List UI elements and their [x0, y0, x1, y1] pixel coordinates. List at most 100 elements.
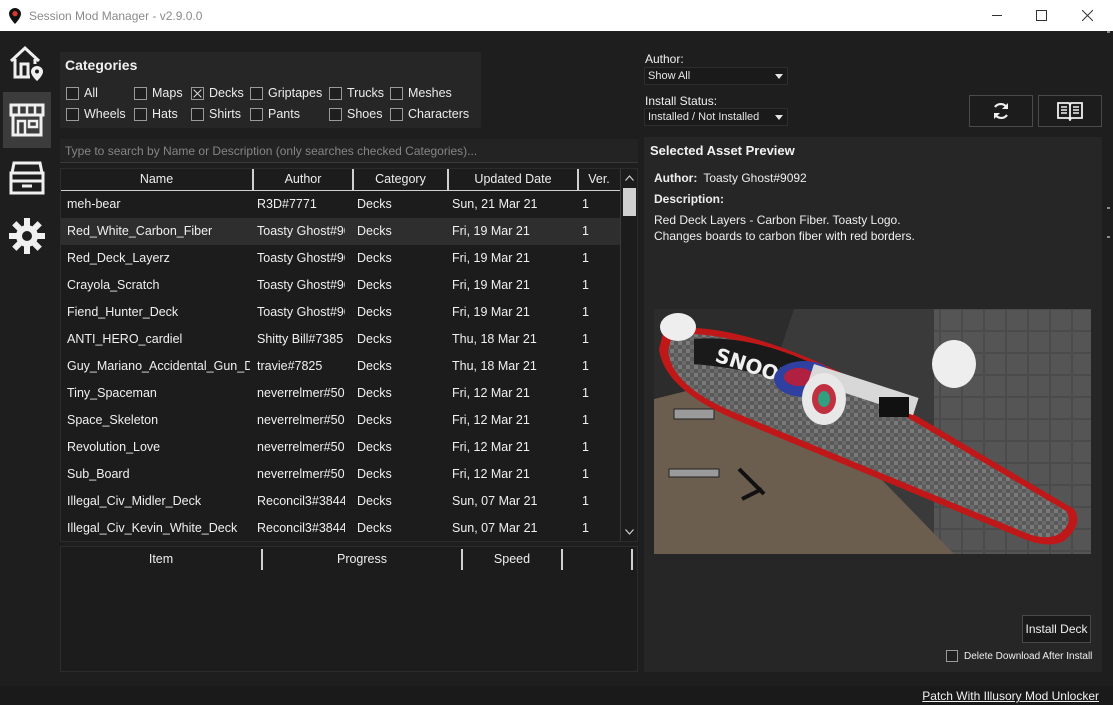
nav-home[interactable]	[3, 35, 51, 91]
book-icon	[1057, 102, 1083, 121]
column-header-progress[interactable]: Progress	[261, 549, 461, 570]
table-row[interactable]: Guy_Mariano_Accidental_Gun_Deck travie#78…	[61, 353, 621, 380]
column-header-category[interactable]: Category	[354, 169, 449, 190]
table-row[interactable]: Red_Deck_Layerz Toasty Ghost#9092 Decks Fri…	[61, 245, 621, 272]
patch-unlocker-link[interactable]: Patch With Illusory Mod Unlocker	[922, 689, 1099, 703]
category-checkbox-meshes[interactable]: Meshes	[390, 86, 452, 100]
minimize-button[interactable]	[974, 0, 1020, 31]
search-field[interactable]	[60, 139, 638, 163]
maximize-button[interactable]	[1018, 0, 1064, 31]
checkbox-box[interactable]	[329, 86, 342, 100]
nav-settings[interactable]	[3, 208, 51, 264]
table-row[interactable]: Revolution_Love neverrelmer#5005 Decks Fri,…	[61, 434, 621, 461]
category-label: Trucks	[347, 86, 385, 100]
preview-title: Selected Asset Preview	[650, 143, 795, 158]
category-checkbox-hats[interactable]: Hats	[134, 107, 178, 121]
categories-title: Categories	[65, 57, 138, 73]
chevron-down-icon	[775, 74, 783, 79]
column-header-version[interactable]: Ver.	[579, 169, 619, 190]
scrollbar-thumb[interactable]	[623, 188, 636, 216]
checkbox-box[interactable]	[191, 86, 204, 100]
column-header-updated[interactable]: Updated Date	[449, 169, 579, 190]
category-label: All	[84, 86, 98, 100]
column-header-name[interactable]: Name	[61, 169, 254, 190]
cell-category: Decks	[357, 386, 392, 400]
checkbox-box[interactable]	[250, 86, 263, 100]
category-checkbox-wheels[interactable]: Wheels	[66, 107, 126, 121]
table-row[interactable]: ANTI_HERO_cardiel Shitty Bill#7385 Decks Th…	[61, 326, 621, 353]
table-row[interactable]: Crayola_Scratch Toasty Ghost#9092 Decks Fri…	[61, 272, 621, 299]
refresh-button[interactable]	[969, 95, 1033, 127]
table-row[interactable]: Space_Skeleton neverrelmer#5005 Decks Fri, …	[61, 407, 621, 434]
table-row[interactable]: Red_White_Carbon_Fiber Toasty Ghost#9092 D…	[61, 218, 621, 245]
category-label: Hats	[152, 107, 178, 121]
table-row[interactable]: Fiend_Hunter_Deck Toasty Ghost#9092 Decks F…	[61, 299, 621, 326]
home-icon	[9, 45, 43, 81]
checkbox-box[interactable]	[191, 107, 204, 121]
cell-author: Toasty Ghost#9092	[257, 224, 345, 238]
category-checkbox-decks[interactable]: Decks	[191, 86, 244, 100]
window-scrollbar[interactable]	[1104, 31, 1113, 686]
checkbox-box[interactable]	[946, 650, 958, 662]
checkbox-box[interactable]	[134, 107, 147, 121]
search-input[interactable]	[65, 139, 638, 162]
delete-after-install-checkbox[interactable]: Delete Download After Install	[946, 650, 1092, 662]
cell-updated: Fri, 19 Mar 21	[452, 278, 530, 292]
table-row[interactable]: Illegal_Civ_Kevin_White_Deck Reconcil3#38…	[61, 515, 621, 541]
close-button[interactable]	[1064, 0, 1110, 31]
install-deck-button[interactable]: Install Deck	[1022, 615, 1091, 643]
cell-category: Decks	[357, 413, 392, 427]
checkbox-box[interactable]	[66, 86, 79, 100]
cell-updated: Fri, 19 Mar 21	[452, 224, 530, 238]
cell-name: Illegal_Civ_Midler_Deck	[67, 494, 202, 508]
category-checkbox-shoes[interactable]: Shoes	[329, 107, 382, 121]
category-checkbox-maps[interactable]: Maps	[134, 86, 183, 100]
column-header-author[interactable]: Author	[254, 169, 354, 190]
checkbox-box[interactable]	[390, 86, 403, 100]
category-label: Shirts	[209, 107, 241, 121]
author-label: Author:	[645, 52, 684, 66]
category-checkbox-griptapes[interactable]: Griptapes	[250, 86, 322, 100]
nav-library[interactable]	[3, 150, 51, 206]
cell-updated: Fri, 12 Mar 21	[452, 413, 530, 427]
cell-updated: Thu, 18 Mar 21	[452, 359, 537, 373]
column-header-speed[interactable]: Speed	[461, 549, 561, 570]
cell-category: Decks	[357, 332, 392, 346]
checkbox-box[interactable]	[250, 107, 263, 121]
checkbox-box[interactable]	[329, 107, 342, 121]
category-checkbox-trucks[interactable]: Trucks	[329, 86, 384, 100]
author-select[interactable]: Show All	[644, 67, 788, 85]
table-row[interactable]: meh-bear R3D#7771 Decks Sun, 21 Mar 21 1	[61, 191, 621, 218]
table-scrollbar[interactable]	[620, 169, 637, 541]
cell-updated: Fri, 19 Mar 21	[452, 251, 530, 265]
refresh-icon	[994, 102, 1008, 120]
category-checkbox-pants[interactable]: Pants	[250, 107, 300, 121]
cell-name: Illegal_Civ_Kevin_White_Deck	[67, 521, 238, 535]
checkbox-box[interactable]	[134, 86, 147, 100]
table-row[interactable]: Sub_Board neverrelmer#5005 Decks Fri, 12 Ma…	[61, 461, 621, 488]
table-row[interactable]: Illegal_Civ_Midler_Deck Reconcil3#3844 Dec…	[61, 488, 621, 515]
category-label: Meshes	[408, 86, 452, 100]
categories-panel: Categories All Maps Decks Griptapes Trucks Me…	[60, 52, 481, 128]
cell-version: 1	[582, 278, 589, 292]
category-checkbox-characters[interactable]: Characters	[390, 107, 469, 121]
install-status-select[interactable]: Installed / Not Installed	[644, 108, 788, 126]
chevron-down-icon[interactable]	[625, 529, 634, 535]
column-header-extra[interactable]	[561, 549, 633, 570]
chevron-up-icon[interactable]	[625, 175, 634, 181]
category-checkbox-shirts[interactable]: Shirts	[191, 107, 241, 121]
checkbox-box[interactable]	[390, 107, 403, 121]
cell-updated: Sun, 07 Mar 21	[452, 521, 538, 535]
nav-store[interactable]	[3, 92, 51, 148]
guide-button[interactable]	[1038, 95, 1102, 127]
cell-name: Red_Deck_Layerz	[67, 251, 170, 265]
category-checkbox-all[interactable]: All	[66, 86, 98, 100]
checkbox-box[interactable]	[66, 107, 79, 121]
cell-author: Reconcil3#3844	[257, 521, 345, 535]
cell-category: Decks	[357, 197, 392, 211]
column-header-item[interactable]: Item	[61, 549, 261, 570]
map-pin-icon	[9, 7, 21, 24]
cell-version: 1	[582, 413, 589, 427]
table-row[interactable]: Tiny_Spaceman neverrelmer#5005 Decks Fri, 1…	[61, 380, 621, 407]
cell-author: R3D#7771	[257, 197, 317, 211]
